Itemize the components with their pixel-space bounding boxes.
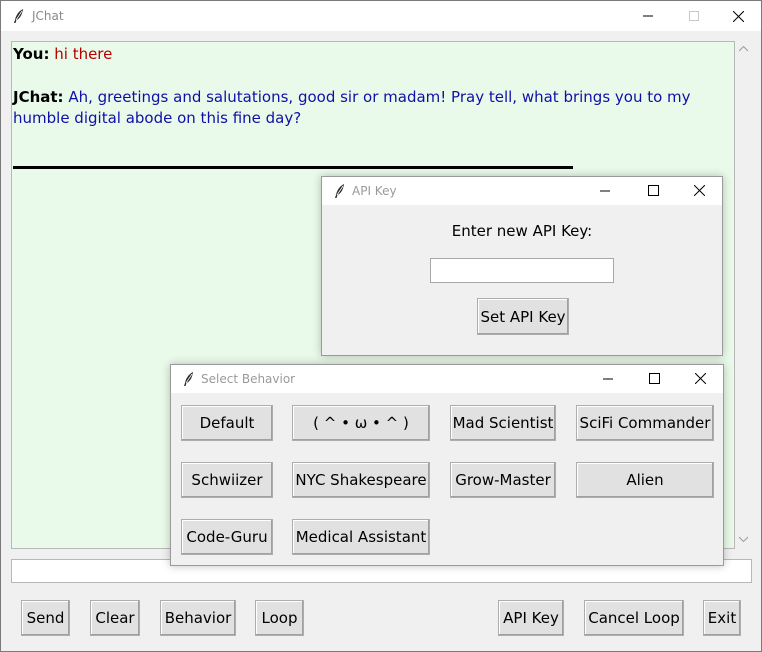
minimize-icon[interactable] xyxy=(603,374,613,384)
behavior-button[interactable]: Behavior xyxy=(160,600,236,636)
close-button[interactable] xyxy=(715,1,761,31)
cancel-loop-button[interactable]: Cancel Loop xyxy=(584,600,684,636)
api-key-input[interactable] xyxy=(430,258,614,283)
minimize-icon[interactable] xyxy=(600,186,610,196)
close-icon[interactable] xyxy=(694,185,705,196)
maximize-button[interactable] xyxy=(671,1,717,31)
feather-icon xyxy=(335,184,344,198)
main-title-bar[interactable]: JChat xyxy=(1,1,761,31)
minimize-icon xyxy=(643,15,653,17)
feather-icon xyxy=(184,372,193,386)
behavior-alien-button[interactable]: Alien xyxy=(576,462,714,498)
behavior-default-button[interactable]: Default xyxy=(181,405,273,441)
behavior-grow-master-button[interactable]: Grow-Master xyxy=(450,462,556,498)
chat-message-user: You: hi there xyxy=(13,44,713,65)
behavior-nyc-shakespeare-button[interactable]: NYC Shakespeare xyxy=(292,462,430,498)
behavior-code-guru-button[interactable]: Code-Guru xyxy=(181,519,273,555)
scroll-down-icon[interactable] xyxy=(739,536,748,542)
behavior-cat-button[interactable]: ( ^ • ω • ^ ) xyxy=(292,405,430,441)
maximize-icon xyxy=(689,11,699,21)
message-text: Ah, greetings and salutations, good sir … xyxy=(13,88,691,127)
exit-button[interactable]: Exit xyxy=(703,600,741,636)
behavior-medical-assistant-button[interactable]: Medical Assistant xyxy=(292,519,430,555)
behavior-scifi-commander-button[interactable]: SciFi Commander xyxy=(576,405,714,441)
clear-button[interactable]: Clear xyxy=(90,600,140,636)
behavior-dialog-title-bar[interactable]: Select Behavior xyxy=(171,365,723,393)
window-title: JChat xyxy=(32,9,64,23)
api-key-dialog: API Key Enter new API Key: Set API Key xyxy=(321,176,723,356)
api-key-prompt: Enter new API Key: xyxy=(451,222,593,240)
behavior-dialog-title: Select Behavior xyxy=(201,372,296,386)
behavior-mad-scientist-button[interactable]: Mad Scientist xyxy=(450,405,556,441)
api-dialog-title-bar[interactable]: API Key xyxy=(322,177,722,205)
maximize-icon[interactable] xyxy=(649,373,660,384)
chat-scrollbar[interactable] xyxy=(735,41,752,549)
chat-message-bot: JChat: Ah, greetings and salutations, go… xyxy=(13,87,713,129)
speaker-label: You: xyxy=(13,45,50,63)
select-behavior-dialog: Select Behavior Default ( ^ • ω • ^ ) Ma… xyxy=(170,364,724,566)
set-api-key-button[interactable]: Set API Key xyxy=(477,298,569,335)
api-key-button[interactable]: API Key xyxy=(498,600,564,636)
speaker-label: JChat: xyxy=(13,88,64,106)
behavior-schwiizer-button[interactable]: Schwiizer xyxy=(181,462,273,498)
loop-button[interactable]: Loop xyxy=(255,600,304,636)
message-text: hi there xyxy=(54,45,113,63)
send-button[interactable]: Send xyxy=(21,600,70,636)
close-icon xyxy=(732,10,744,22)
close-icon[interactable] xyxy=(695,373,706,384)
api-dialog-title: API Key xyxy=(352,184,397,198)
maximize-icon[interactable] xyxy=(648,185,659,196)
minimize-button[interactable] xyxy=(625,1,671,31)
feather-icon xyxy=(14,9,23,23)
scroll-up-icon[interactable] xyxy=(739,46,748,52)
separator-line xyxy=(13,166,573,169)
